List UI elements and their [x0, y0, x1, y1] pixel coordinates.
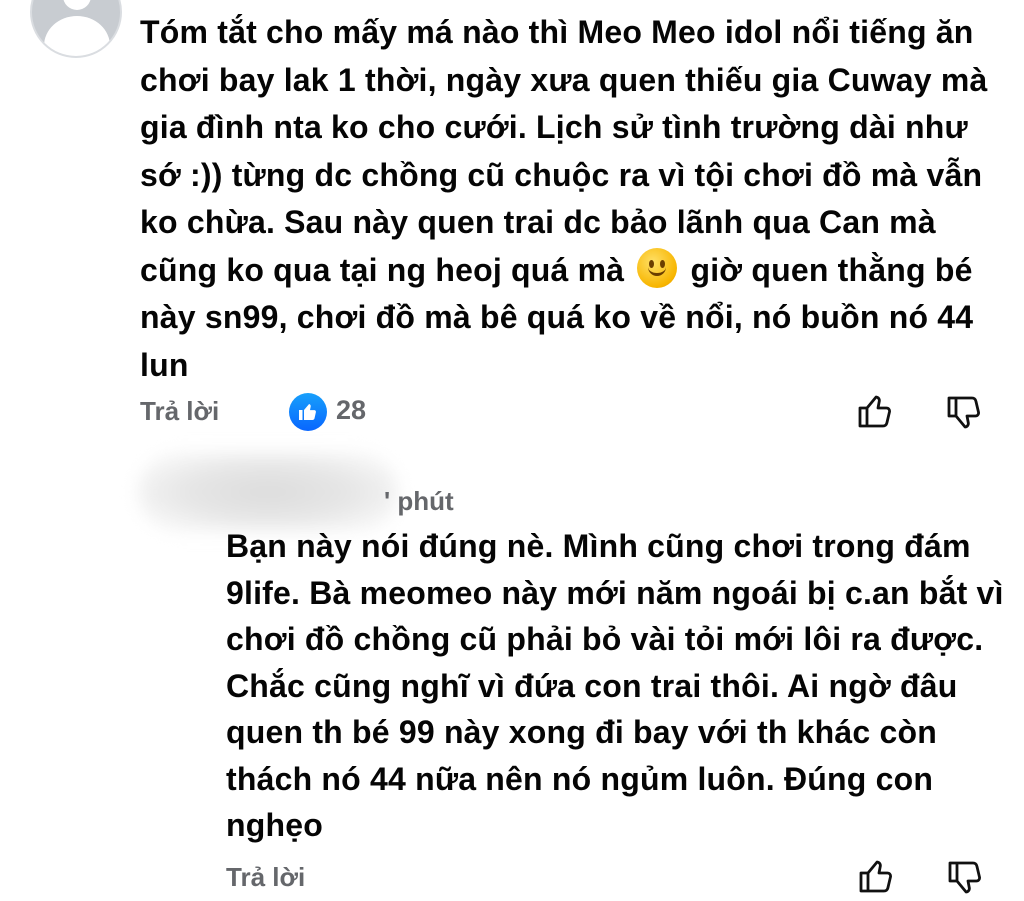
reply-button[interactable]: Trả lời	[226, 862, 305, 893]
comment-text: Tóm tắt cho mấy má nào thì Meo Meo idol …	[140, 9, 1010, 389]
blurred-author-name	[138, 452, 398, 532]
thumbs-down-icon[interactable]	[944, 393, 984, 433]
like-count[interactable]: 28	[336, 395, 366, 426]
like-reaction-icon[interactable]	[289, 393, 327, 431]
avatar-head	[63, 0, 91, 10]
comment-time: ' phút	[384, 486, 454, 516]
avatar[interactable]	[30, 0, 122, 58]
reply-comment-text: Bạn này nói đúng nè. Mình cũng chơi tron…	[226, 528, 1013, 843]
thumbs-down-icon[interactable]	[945, 858, 985, 898]
avatar-body	[44, 16, 110, 56]
thumbs-up-icon[interactable]	[856, 856, 896, 896]
comment-text-part-1: Tóm tắt cho mấy má nào thì Meo Meo idol …	[140, 14, 997, 288]
thumbs-up-icon[interactable]	[855, 391, 895, 431]
slightly-smiling-face-icon	[637, 247, 678, 288]
reply-button[interactable]: Trả lời	[140, 396, 219, 427]
